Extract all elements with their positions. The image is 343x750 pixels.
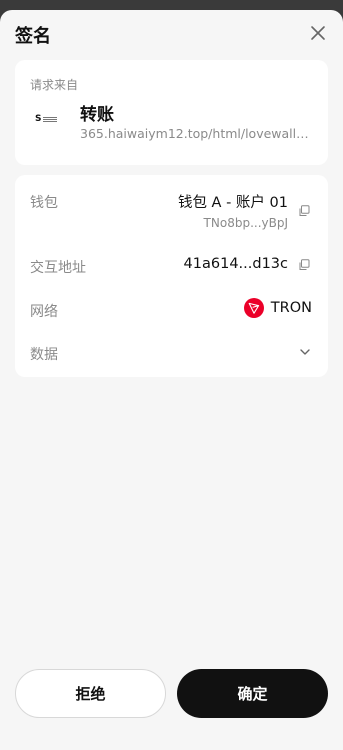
- page-title: 签名: [15, 26, 51, 47]
- signature-sheet: 签名 请求来自 S 转账 365.haiwaiym12.top/html/lov…: [0, 10, 343, 750]
- wallet-label: 钱包: [30, 195, 58, 211]
- dapp-url: 365.haiwaiym12.top/html/lovewallet/index…: [80, 126, 315, 141]
- request-source-card: 请求来自 S 转账 365.haiwaiym12.top/html/lovewa…: [15, 60, 328, 165]
- close-icon[interactable]: [307, 22, 329, 44]
- data-label: 数据: [30, 347, 58, 363]
- chevron-down-icon[interactable]: [298, 345, 312, 359]
- copy-contract-address-icon[interactable]: [298, 259, 310, 271]
- dapp-logo-lines: [43, 116, 58, 122]
- network-name: TRON: [270, 300, 312, 316]
- wallet-address: TNo8bp...yBpJ: [203, 216, 288, 230]
- signature-details-card: 钱包 钱包 A - 账户 01 TNo8bp...yBpJ 交互地址 41a61…: [15, 175, 328, 377]
- contract-address: 41a614...d13c: [183, 256, 288, 272]
- request-source-label: 请求来自: [30, 78, 79, 92]
- confirm-button[interactable]: 确定: [177, 669, 328, 718]
- copy-wallet-address-icon[interactable]: [298, 205, 310, 217]
- dapp-logo-glyph: S: [35, 113, 42, 124]
- sheet-header: 签名: [0, 10, 343, 56]
- wallet-name: 钱包 A - 账户 01: [177, 195, 288, 211]
- reject-button[interactable]: 拒绝: [15, 669, 166, 718]
- tron-icon: [244, 298, 264, 318]
- dapp-name: 转账: [80, 105, 114, 125]
- network-label: 网络: [30, 304, 58, 320]
- dapp-logo: S: [35, 113, 61, 125]
- contract-address-label: 交互地址: [30, 260, 86, 276]
